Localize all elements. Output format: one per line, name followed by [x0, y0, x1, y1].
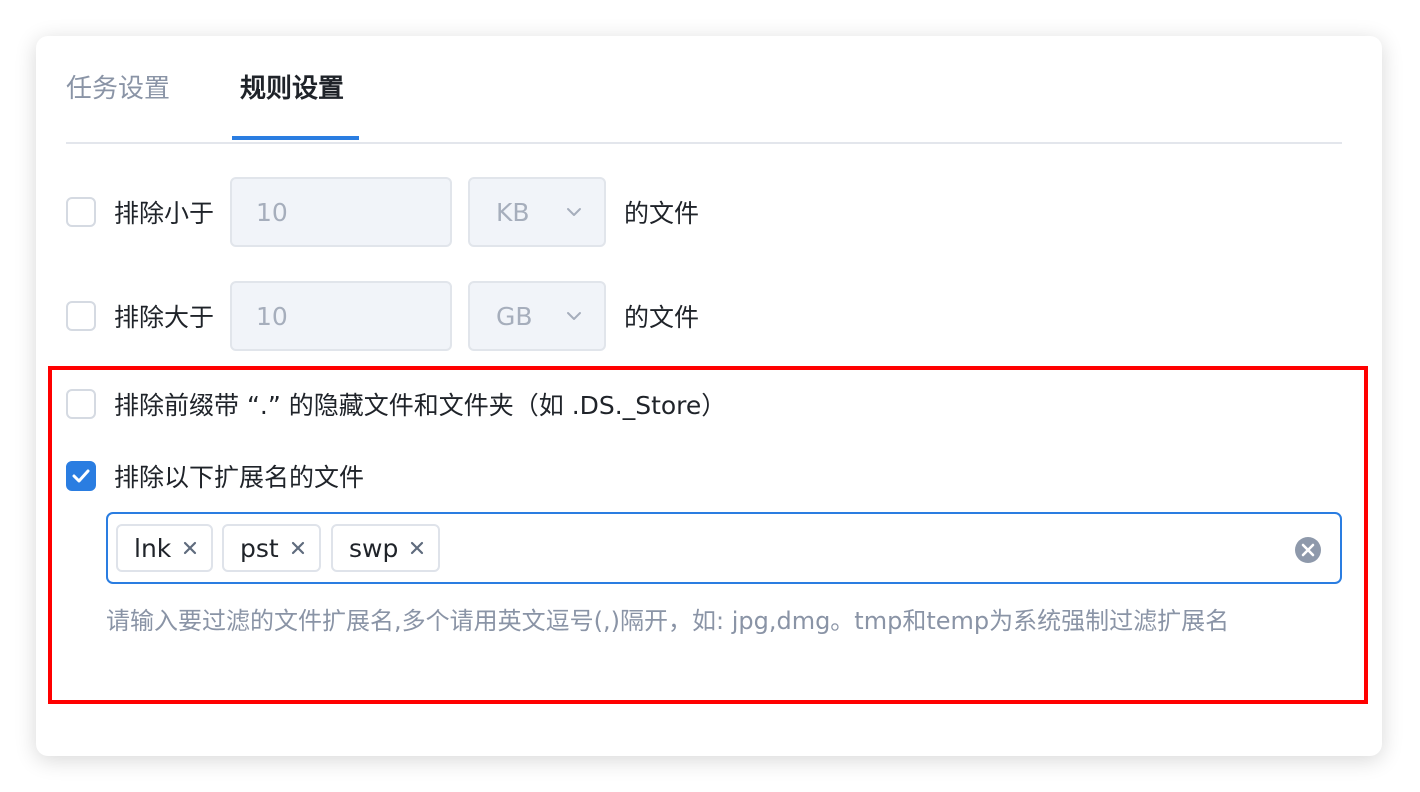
max-size-value: 10: [256, 301, 288, 331]
chevron-down-icon: [567, 208, 582, 216]
page-background: 任务设置 规则设置 排除小于 10 KB 的文件 排除大于 10 GB 的文件 …: [0, 0, 1420, 792]
active-tab-indicator: [232, 136, 359, 140]
max-size-suffix: 的文件: [624, 303, 700, 332]
tab-rule-settings[interactable]: 规则设置: [240, 72, 344, 106]
min-size-unit-select[interactable]: KB: [468, 177, 607, 247]
tab-task-settings[interactable]: 任务设置: [66, 72, 170, 106]
tab-bar: 任务设置 规则设置: [66, 36, 1342, 144]
min-size-suffix: 的文件: [624, 199, 700, 228]
max-size-unit: GB: [496, 301, 533, 331]
rule-min-size: 排除小于 10 KB 的文件: [66, 176, 699, 248]
max-size-unit-select[interactable]: GB: [468, 281, 607, 351]
max-size-label: 排除大于: [114, 303, 215, 332]
chevron-down-icon: [567, 312, 582, 320]
rule-max-size: 排除大于 10 GB 的文件: [66, 280, 699, 352]
min-size-checkbox[interactable]: [66, 197, 96, 227]
min-size-value: 10: [256, 197, 288, 227]
highlight-annotation: [48, 366, 1368, 704]
min-size-unit: KB: [496, 197, 530, 227]
max-size-checkbox[interactable]: [66, 301, 96, 331]
max-size-input[interactable]: 10: [230, 281, 453, 351]
min-size-label: 排除小于: [114, 199, 215, 228]
min-size-input[interactable]: 10: [230, 177, 453, 247]
